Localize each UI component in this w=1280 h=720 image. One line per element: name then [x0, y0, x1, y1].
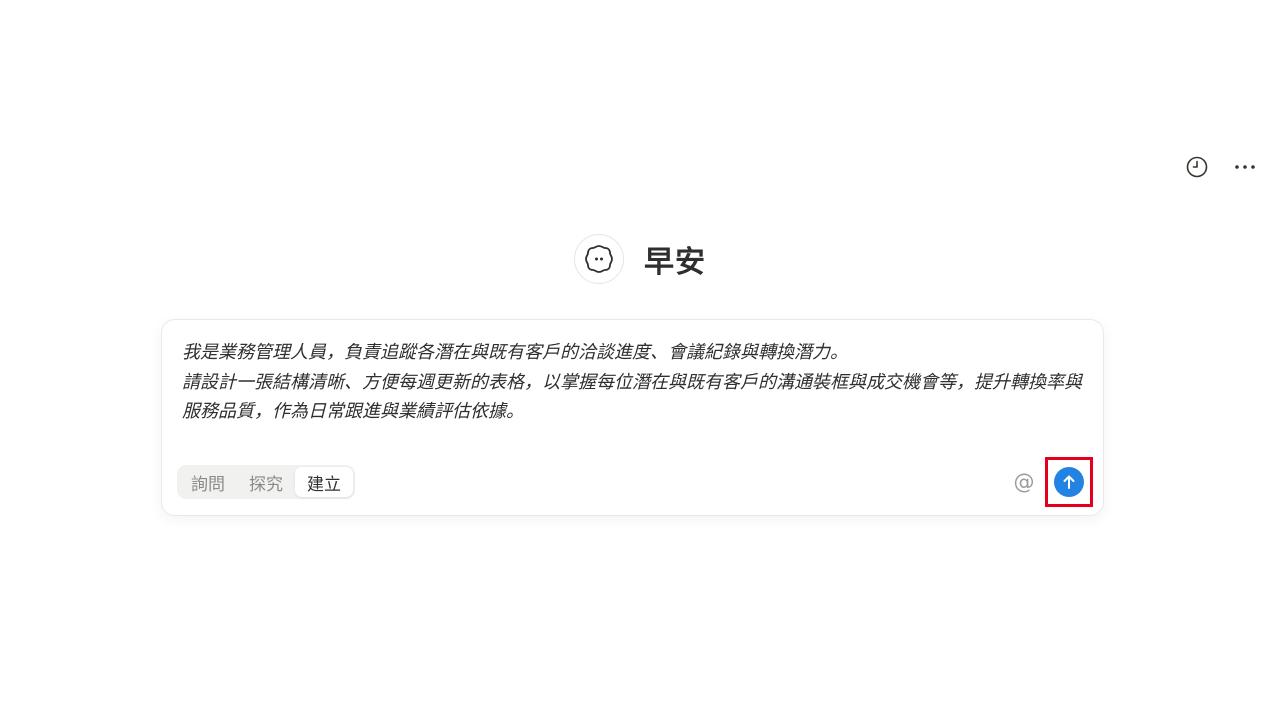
prompt-composer: 我是業務管理人員，負責追蹤各潛在與既有客戶的洽談進度、會議紀錄與轉換潛力。 請設…	[161, 319, 1104, 516]
top-actions	[1184, 154, 1258, 180]
page: 早安 我是業務管理人員，負責追蹤各潛在與既有客戶的洽談進度、會議紀錄與轉換潛力。…	[0, 0, 1280, 720]
history-button[interactable]	[1184, 154, 1210, 180]
greeting: 早安	[0, 234, 1280, 284]
mode-tab-build[interactable]: 建立	[295, 467, 353, 497]
mode-selector: 詢問 探究 建立	[177, 465, 355, 499]
face-avatar-icon	[585, 245, 613, 273]
arrow-up-icon	[1063, 475, 1075, 489]
prompt-input[interactable]: 我是業務管理人員，負責追蹤各潛在與既有客戶的洽談進度、會議紀錄與轉換潛力。 請設…	[182, 338, 1083, 427]
mode-tab-research[interactable]: 探究	[237, 467, 295, 497]
mention-button[interactable]: @	[1011, 469, 1037, 495]
greeting-title: 早安	[644, 245, 706, 280]
avatar	[574, 234, 624, 284]
composer-actions: @	[1011, 457, 1093, 507]
mode-tab-ask[interactable]: 詢問	[179, 467, 237, 497]
send-button[interactable]	[1054, 467, 1084, 497]
more-options-button[interactable]	[1232, 154, 1258, 180]
send-button-highlight	[1045, 457, 1093, 507]
more-horizontal-icon	[1235, 165, 1255, 169]
clock-icon	[1186, 156, 1208, 178]
